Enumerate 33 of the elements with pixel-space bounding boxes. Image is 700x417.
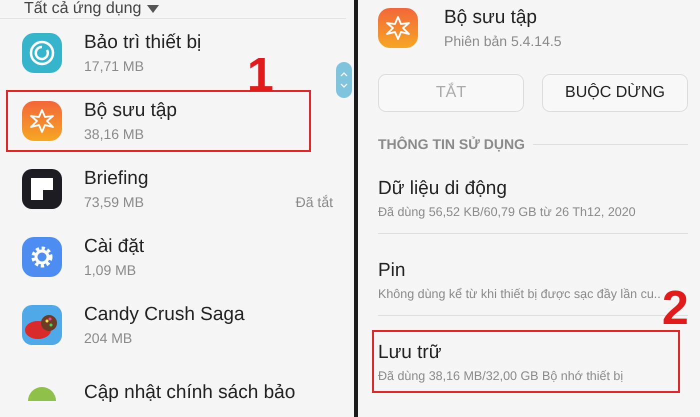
highlighted-usage-item[interactable]: Lưu trữ Đã dùng 38,16 MB/32,00 GB Bộ nhớ thiết bị [372, 330, 680, 393]
app-name: Cài đặt [84, 236, 146, 258]
app-name: Candy Crush Saga [84, 304, 246, 326]
usage-title: Dữ liệu di động [378, 178, 508, 200]
usage-detail: Không dùng kể từ khi thiết bị được sạc đầy lần cu.. [378, 287, 662, 301]
flower-icon [378, 8, 418, 48]
usage-title: Pin [378, 260, 406, 282]
app-name: Briefing [84, 168, 150, 190]
usage-title: Lưu trữ [378, 342, 442, 364]
app-size: 204 MB [84, 330, 132, 346]
app-name: Bộ sưu tập [444, 7, 538, 29]
app-name: Bảo trì thiết bị [84, 32, 202, 54]
filter-dropdown[interactable]: Tất cả ứng dụng [24, 0, 142, 18]
section-title: THÔNG TIN SỬ DỤNG [378, 136, 525, 152]
flower-icon [22, 101, 62, 141]
usage-detail: Đã dùng 56,52 KB/60,79 GB từ 26 Th12, 2020 [378, 205, 637, 219]
app-size: 73,59 MB [84, 194, 144, 210]
dropdown-caret-icon [147, 5, 160, 13]
usage-detail: Đã dùng 38,16 MB/32,00 GB Bộ nhớ thiết bị [378, 369, 624, 383]
action-button[interactable]: BUỘC DỪNG [542, 74, 688, 112]
step-number: 2 [662, 285, 689, 333]
app-status: Đã tắt [296, 194, 333, 210]
app-name: Cập nhật chính sách bảo [84, 382, 296, 404]
square-tile-icon [22, 169, 62, 209]
gear-icon [22, 237, 62, 277]
scroll-handle[interactable] [336, 62, 352, 98]
app-size: 17,71 MB [84, 58, 144, 74]
app-size: 38,16 MB [84, 126, 144, 142]
app-size: 1,09 MB [84, 262, 136, 278]
app-version: Phiên bản 5.4.14.5 [444, 33, 563, 49]
app-name: Bộ sưu tập [84, 100, 178, 122]
candy-icon [22, 305, 62, 345]
highlighted-app-item[interactable]: Bộ sưu tập 38,16 MB [6, 90, 311, 152]
